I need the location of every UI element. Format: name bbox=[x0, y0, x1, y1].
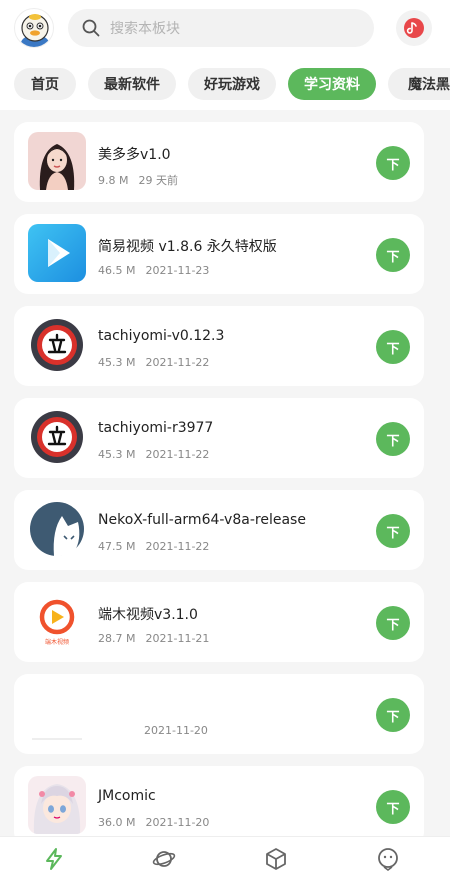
app-title: tachiyomi-v0.12.3 bbox=[98, 328, 225, 344]
tab-magic[interactable]: 魔法黑 bbox=[388, 68, 450, 100]
list-item[interactable]: NekoX-full-arm64-v8a-release 47.5 M 2021-… bbox=[14, 490, 424, 570]
anime-girl-icon bbox=[28, 776, 86, 834]
app-date: 29 天前 bbox=[138, 174, 178, 187]
list-item[interactable]: 端木视频 端木视频v3.1.0 28.7 M 2021-11-21 下 bbox=[14, 582, 424, 662]
play-triangle-icon bbox=[28, 224, 86, 282]
nav-discover[interactable] bbox=[152, 847, 176, 871]
tab-latest-software[interactable]: 最新软件 bbox=[88, 68, 176, 100]
app-date: 2021-11-22 bbox=[145, 448, 210, 461]
app-meta: 9.8 M 29 天前 bbox=[98, 172, 178, 188]
app-icon-duanmu: 端木视频 bbox=[28, 592, 86, 650]
download-button[interactable]: 下 bbox=[376, 422, 410, 456]
app-size: 47.5 M bbox=[98, 540, 136, 553]
app-list: 美多多v1.0 9.8 M 29 天前 下 简易视频 v1.8.6 永久特权版 4… bbox=[0, 110, 450, 836]
app-meta: 47.5 M 2021-11-22 bbox=[98, 540, 209, 553]
top-bar: 搜索本板块 bbox=[0, 0, 450, 58]
app-size: 46.5 M bbox=[98, 264, 136, 277]
neko-cat-icon bbox=[28, 500, 86, 558]
app-date: 2021-11-23 bbox=[145, 264, 210, 277]
app-date: 2021-11-22 bbox=[145, 356, 210, 369]
app-icon-blank bbox=[28, 684, 86, 742]
chat-bot-icon bbox=[378, 848, 398, 871]
app-icon-nekox bbox=[28, 500, 86, 558]
category-tabs: 首页 最新软件 好玩游戏 学习资料 魔法黑 bbox=[0, 58, 450, 110]
search-icon bbox=[82, 19, 100, 37]
app-meta: 36.0 M 2021-11-20 bbox=[98, 816, 209, 829]
search-placeholder: 搜索本板块 bbox=[110, 21, 180, 37]
download-button[interactable]: 下 bbox=[376, 238, 410, 272]
app-title: 美多多v1.0 bbox=[98, 147, 171, 163]
tab-study-materials[interactable]: 学习资料 bbox=[288, 68, 376, 100]
app-meta: 46.5 M 2021-11-23 bbox=[98, 264, 209, 277]
bottom-nav bbox=[0, 836, 450, 880]
duanmu-play-icon: 端木视频 bbox=[28, 592, 86, 650]
app-icon-video bbox=[28, 224, 86, 282]
app-icon-portrait bbox=[28, 132, 86, 190]
download-button[interactable]: 下 bbox=[376, 146, 410, 180]
user-avatar[interactable] bbox=[14, 8, 54, 48]
app-icon-jmcomic bbox=[28, 776, 86, 834]
app-date: 2021-11-20 bbox=[145, 816, 210, 829]
app-title: JMcomic bbox=[98, 788, 156, 804]
download-button[interactable]: 下 bbox=[376, 698, 410, 732]
list-item[interactable]: 简易视频 v1.8.6 永久特权版 46.5 M 2021-11-23 下 bbox=[14, 214, 424, 294]
nav-home[interactable] bbox=[42, 847, 66, 871]
duanmu-logo-text: 端木视频 bbox=[45, 638, 69, 646]
tachiyomi-sign-icon bbox=[28, 316, 86, 374]
cube-icon bbox=[266, 848, 286, 870]
list-item[interactable]: 2021-11-20 下 bbox=[14, 674, 424, 754]
tab-fun-games[interactable]: 好玩游戏 bbox=[188, 68, 276, 100]
list-item[interactable]: tachiyomi-v0.12.3 45.3 M 2021-11-22 下 bbox=[14, 306, 424, 386]
download-button[interactable]: 下 bbox=[376, 790, 410, 824]
app-meta: 2021-11-20 bbox=[98, 724, 208, 737]
lightning-icon bbox=[46, 848, 62, 870]
portrait-photo-icon bbox=[28, 132, 86, 190]
app-title: 端木视频v3.1.0 bbox=[98, 607, 198, 623]
app-meta: 45.3 M 2021-11-22 bbox=[98, 448, 209, 461]
list-item[interactable]: tachiyomi-r3977 45.3 M 2021-11-22 下 bbox=[14, 398, 424, 478]
app-title: NekoX-full-arm64-v8a-release bbox=[98, 512, 306, 528]
app-size: 45.3 M bbox=[98, 448, 136, 461]
download-button[interactable]: 下 bbox=[376, 514, 410, 548]
tab-home[interactable]: 首页 bbox=[14, 68, 76, 100]
music-button[interactable] bbox=[396, 10, 432, 46]
download-button[interactable]: 下 bbox=[376, 606, 410, 640]
app-meta: 45.3 M 2021-11-22 bbox=[98, 356, 209, 369]
list-item[interactable]: 美多多v1.0 9.8 M 29 天前 下 bbox=[14, 122, 424, 202]
tachiyomi-sign-icon bbox=[28, 408, 86, 466]
app-size: 45.3 M bbox=[98, 356, 136, 369]
app-icon-tachiyomi bbox=[28, 316, 86, 374]
app-size: 36.0 M bbox=[98, 816, 136, 829]
app-meta: 28.7 M 2021-11-21 bbox=[98, 632, 209, 645]
app-size: 9.8 M bbox=[98, 174, 129, 187]
music-disc-icon bbox=[404, 18, 424, 38]
app-date: 2021-11-22 bbox=[145, 540, 210, 553]
app-size: 28.7 M bbox=[98, 632, 136, 645]
planet-icon bbox=[152, 851, 176, 867]
download-button[interactable]: 下 bbox=[376, 330, 410, 364]
list-item[interactable]: JMcomic 36.0 M 2021-11-20 下 bbox=[14, 766, 424, 836]
app-icon-tachiyomi bbox=[28, 408, 86, 466]
app-title: tachiyomi-r3977 bbox=[98, 420, 214, 436]
app-date: 2021-11-21 bbox=[145, 632, 210, 645]
app-title: 简易视频 v1.8.6 永久特权版 bbox=[98, 239, 277, 255]
duck-avatar-icon bbox=[21, 14, 49, 47]
nav-resources[interactable] bbox=[264, 847, 288, 871]
nav-profile[interactable] bbox=[376, 847, 400, 871]
icon-placeholder-line bbox=[32, 738, 82, 740]
search-bar[interactable]: 搜索本板块 bbox=[68, 9, 374, 47]
app-date: 2021-11-20 bbox=[144, 724, 208, 737]
